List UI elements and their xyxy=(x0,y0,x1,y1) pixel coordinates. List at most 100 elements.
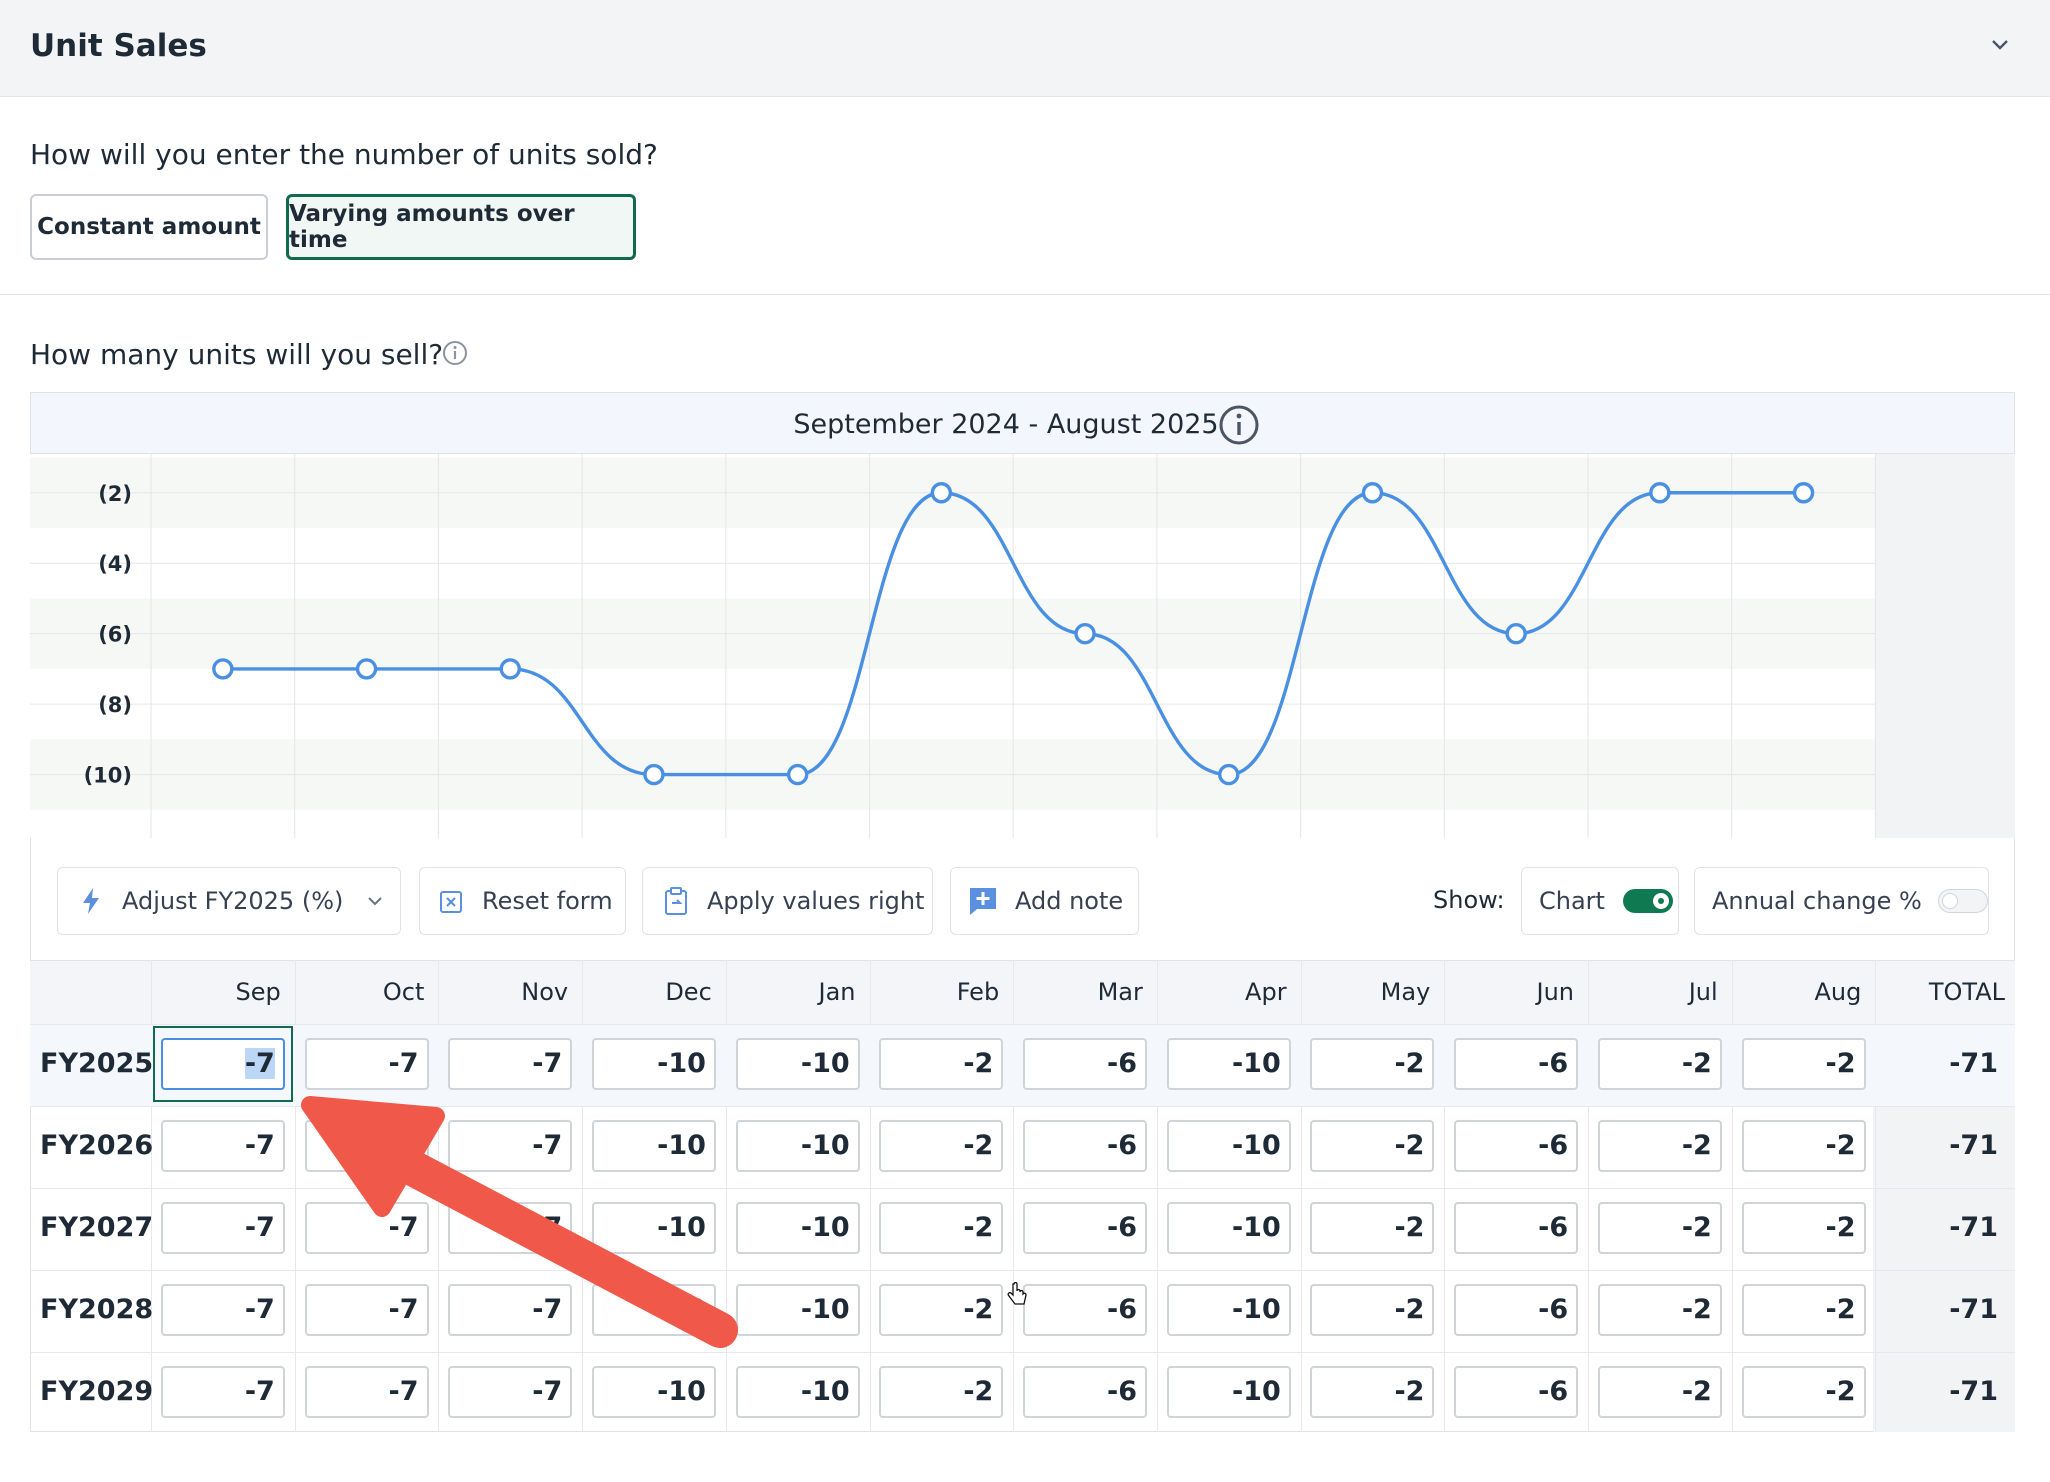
show-label: Show: xyxy=(1433,886,1505,914)
chart-toggle[interactable]: Chart xyxy=(1521,867,1679,935)
data-point xyxy=(786,763,809,786)
unit-input-cell[interactable]: -6 xyxy=(1454,1038,1579,1090)
chevron-down-icon[interactable] xyxy=(1985,30,2015,60)
reset-form-label: Reset form xyxy=(482,887,613,915)
data-point xyxy=(930,482,953,504)
varying-amounts-button[interactable]: Varying amounts over time xyxy=(286,194,636,260)
unit-input-cell[interactable]: -6 xyxy=(1023,1038,1148,1090)
unit-input-cell[interactable]: -2 xyxy=(1741,1366,1866,1418)
unit-input-cell[interactable]: -2 xyxy=(1741,1202,1866,1254)
adjust-fy-button[interactable]: Adjust FY2025 (%) xyxy=(57,867,401,935)
unit-input-cell[interactable]: -7 xyxy=(448,1284,573,1336)
unit-input-cell[interactable]: -10 xyxy=(591,1366,716,1418)
unit-input-cell[interactable]: -10 xyxy=(735,1120,860,1172)
apply-values-right-button[interactable]: Apply values right xyxy=(642,867,933,935)
unit-input-cell[interactable]: -2 xyxy=(1741,1284,1866,1336)
unit-input-cell[interactable]: -7 xyxy=(304,1284,429,1336)
unit-input-cell[interactable]: -10 xyxy=(735,1202,860,1254)
data-point xyxy=(1649,482,1671,504)
month-header: Feb xyxy=(956,978,1000,1006)
section-header[interactable]: Unit Sales xyxy=(0,0,2050,97)
unit-input-cell[interactable]: -2 xyxy=(1741,1120,1866,1172)
total-column-shade xyxy=(1875,454,2015,838)
unit-input-cell[interactable]: -10 xyxy=(1166,1202,1291,1254)
units-chart: (2) (4) (6) (8) (10) xyxy=(30,454,2015,838)
unit-input-cell[interactable]: -2 xyxy=(879,1366,1004,1418)
unit-input-cell[interactable]: -10 xyxy=(591,1120,716,1172)
unit-input-cell[interactable]: -2 xyxy=(879,1038,1004,1090)
info-icon[interactable] xyxy=(442,340,468,366)
constant-amount-button[interactable]: Constant amount xyxy=(30,194,268,260)
hand-cursor-icon xyxy=(1007,1282,1027,1305)
unit-input-cell[interactable]: -2 xyxy=(879,1120,1004,1172)
month-header: Oct xyxy=(382,978,425,1006)
divider xyxy=(0,294,2050,295)
unit-input-cell[interactable]: -6 xyxy=(1454,1366,1579,1418)
month-header: Nov xyxy=(521,978,569,1006)
total-header: TOTAL xyxy=(1928,978,2005,1006)
month-header: Aug xyxy=(1814,978,1862,1006)
unit-input-cell[interactable]: -2 xyxy=(1597,1120,1722,1172)
unit-input-cell[interactable]: -2 xyxy=(879,1284,1004,1336)
unit-input-cell[interactable]: -10 xyxy=(591,1038,716,1090)
row-total: -71 xyxy=(1949,1048,1998,1079)
unit-input-cell[interactable]: -7 xyxy=(160,1038,285,1090)
unit-input-cell[interactable]: -10 xyxy=(735,1366,860,1418)
reset-form-button[interactable]: Reset form xyxy=(419,867,626,935)
unit-input-cell[interactable]: -6 xyxy=(1023,1284,1148,1336)
unit-input-cell[interactable]: -10 xyxy=(735,1284,860,1336)
unit-input-cell[interactable]: -2 xyxy=(1310,1202,1435,1254)
unit-input-cell[interactable]: -2 xyxy=(1310,1284,1435,1336)
unit-input-cell[interactable]: -6 xyxy=(1454,1202,1579,1254)
annual-change-switch[interactable] xyxy=(1937,889,1988,913)
adjust-fy-label: Adjust FY2025 (%) xyxy=(122,887,344,915)
chart-switch[interactable] xyxy=(1622,889,1673,913)
unit-input-cell[interactable]: -2 xyxy=(879,1202,1004,1254)
unit-input-cell[interactable]: -10 xyxy=(1166,1120,1291,1172)
data-point xyxy=(355,658,378,680)
unit-input-cell[interactable]: -7 xyxy=(160,1366,285,1418)
row-label: FY2028 xyxy=(40,1294,154,1325)
unit-input-cell[interactable]: -7 xyxy=(160,1284,285,1336)
unit-input-cell[interactable]: -7 xyxy=(304,1202,429,1254)
info-icon[interactable] xyxy=(1218,404,1260,446)
y-tick-label: (6) xyxy=(98,623,132,647)
unit-input-cell[interactable]: -7 xyxy=(304,1038,429,1090)
unit-input-cell[interactable]: -6 xyxy=(1023,1202,1148,1254)
unit-input-cell[interactable]: -7 xyxy=(448,1120,573,1172)
unit-input-cell[interactable]: -6 xyxy=(1023,1120,1148,1172)
unit-input-cell[interactable]: -2 xyxy=(1741,1038,1866,1090)
unit-input-cell[interactable]: -10 xyxy=(591,1284,716,1336)
unit-input-cell[interactable]: -2 xyxy=(1310,1120,1435,1172)
unit-input-cell[interactable]: -2 xyxy=(1310,1038,1435,1090)
unit-input-cell[interactable]: -7 xyxy=(160,1120,285,1172)
unit-input-cell[interactable]: -10 xyxy=(1166,1284,1291,1336)
data-point xyxy=(1361,482,1384,504)
unit-input-cell[interactable]: -2 xyxy=(1310,1366,1435,1418)
unit-input-cell[interactable]: -2 xyxy=(1597,1038,1722,1090)
add-note-button[interactable]: Add note xyxy=(950,867,1139,935)
annual-change-label: Annual change % xyxy=(1712,887,1922,915)
chevron-down-icon xyxy=(368,897,383,906)
unit-input-cell[interactable]: -7 xyxy=(304,1366,429,1418)
unit-input-cell[interactable]: -7 xyxy=(448,1038,573,1090)
apply-values-right-label: Apply values right xyxy=(707,887,925,915)
section-title: Unit Sales xyxy=(30,28,207,64)
unit-input-cell[interactable]: -7 xyxy=(160,1202,285,1254)
unit-input-cell[interactable]: -2 xyxy=(1597,1284,1722,1336)
unit-input-cell[interactable]: -10 xyxy=(591,1202,716,1254)
unit-input-cell[interactable]: -10 xyxy=(735,1038,860,1090)
unit-input-cell[interactable]: -6 xyxy=(1454,1120,1579,1172)
unit-input-cell[interactable]: -7 xyxy=(304,1120,429,1172)
unit-input-cell[interactable]: -2 xyxy=(1597,1366,1722,1418)
annual-change-toggle[interactable]: Annual change % xyxy=(1694,867,1989,935)
unit-input-cell[interactable]: -6 xyxy=(1023,1366,1148,1418)
unit-input-cell[interactable]: -10 xyxy=(1166,1038,1291,1090)
unit-input-cell[interactable]: -7 xyxy=(448,1202,573,1254)
unit-input-cell[interactable]: -6 xyxy=(1454,1284,1579,1336)
y-tick-label: (2) xyxy=(98,482,132,506)
unit-input-cell[interactable]: -2 xyxy=(1597,1202,1722,1254)
month-header: Jun xyxy=(1536,978,1574,1006)
unit-input-cell[interactable]: -7 xyxy=(448,1366,573,1418)
unit-input-cell[interactable]: -10 xyxy=(1166,1366,1291,1418)
